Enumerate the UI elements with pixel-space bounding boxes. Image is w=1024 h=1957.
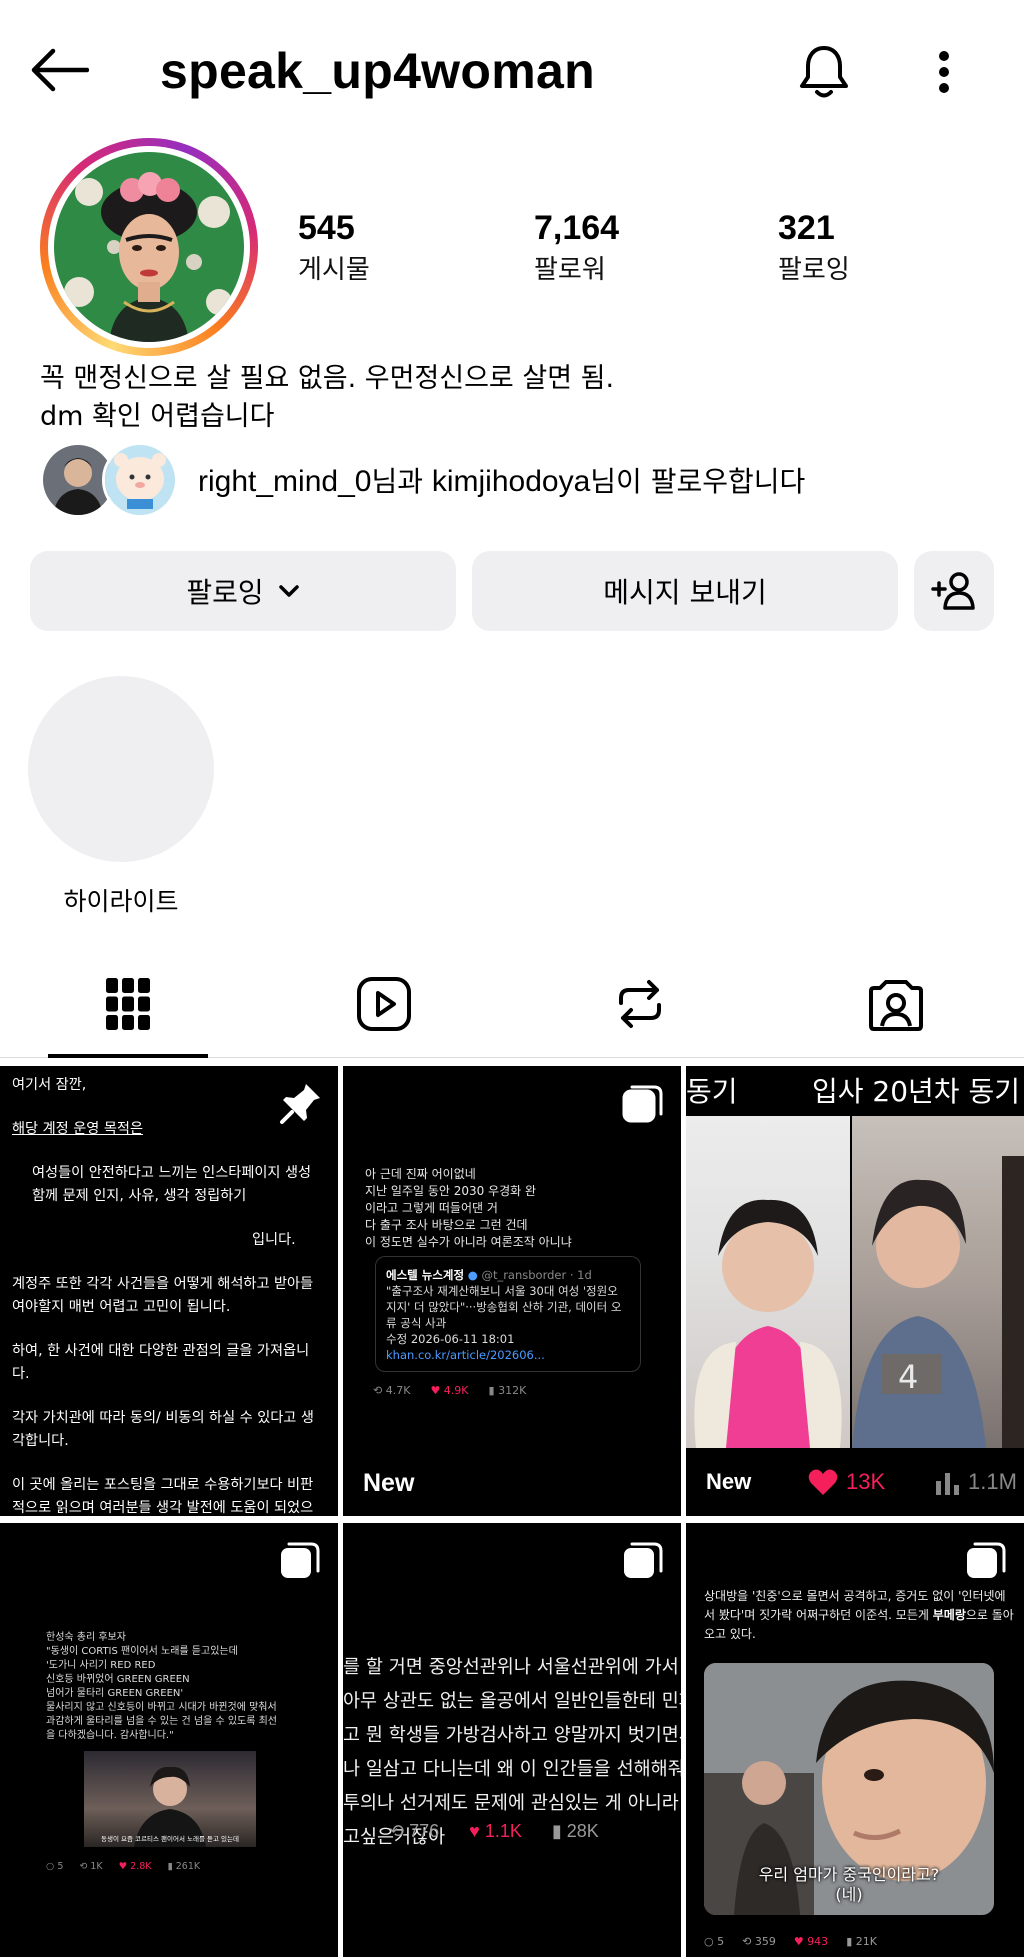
video-subtitle: 우리 엄마가 중국인이라고? (네) xyxy=(758,1865,940,1904)
following-count: 321 xyxy=(778,209,835,247)
quoted-tweet-card: 에스텔 뉴스계정 ● @t_ransborder · 1d "출구조사 재계산해… xyxy=(375,1256,641,1372)
photo-caption-bar: 동기 입사 20년차 동기 xyxy=(686,1066,1024,1116)
post-tile[interactable]: 아 근데 진짜 어이없네 지난 일주일 동안 2030 우경화 완 이라고 그렇… xyxy=(343,1066,681,1516)
retweet-count: ⟲ 4.7K xyxy=(373,1384,411,1397)
avatar-image xyxy=(54,152,244,342)
post-text: 상대방을 '친중'으로 몰면서 공격하고, 증거도 없이 '인터넷에서 봤다'며… xyxy=(704,1589,1014,1641)
highlight-label: 하이라이트 xyxy=(63,887,179,916)
following-button[interactable]: 팔로잉 xyxy=(30,551,456,631)
more-options-button[interactable] xyxy=(918,40,970,104)
photo-left xyxy=(686,1116,850,1448)
svg-text:4: 4 xyxy=(898,1358,918,1396)
back-arrow-icon xyxy=(31,48,89,92)
chevron-down-icon xyxy=(278,585,299,597)
followers-stat[interactable]: 7,164 팔로워 xyxy=(534,206,619,290)
carousel-icon xyxy=(967,1542,1006,1578)
add-person-icon xyxy=(931,572,975,610)
mutual-username[interactable]: kimjihodoya xyxy=(432,465,590,498)
message-button[interactable]: 메시지 보내기 xyxy=(472,551,898,631)
retweet-count: ⟲ 776 xyxy=(389,1821,440,1841)
following-label: 팔로잉 xyxy=(778,255,850,285)
following-button-label: 팔로잉 xyxy=(186,576,264,609)
embedded-video-thumb: 우리 엄마가 중국인이라고? (네) xyxy=(704,1663,994,1915)
back-button[interactable] xyxy=(28,42,92,98)
followers-label: 팔로워 xyxy=(534,255,606,285)
bio-line: dm 확인 어렵습니다 xyxy=(40,401,275,432)
reply-count: ○ 5 xyxy=(704,1935,725,1948)
post-tile[interactable]: 상대방을 '친중'으로 몰면서 공격하고, 증거도 없이 '인터넷에서 봤다'며… xyxy=(686,1523,1024,1957)
like-count: 13K xyxy=(846,1469,886,1494)
mutual-followers-text: right_mind_0님과 kimjihodoya님이 팔로우합니다 xyxy=(198,465,806,498)
grid-icon xyxy=(106,978,150,1030)
tweet-stats: ⟲ 4.7K ♥ 4.9K ▮ 312K xyxy=(373,1384,526,1397)
profile-avatar[interactable] xyxy=(40,138,258,356)
post-text: 여기서 잠깐, 해당 계정 운영 목적은 여성들이 안전하다고 느끼는 인스타페… xyxy=(12,1077,314,1516)
photo-stats-overlay: New 13K 1.1M xyxy=(686,1448,1024,1516)
tab-tagged[interactable] xyxy=(856,972,936,1036)
notifications-button[interactable] xyxy=(792,40,856,104)
retweet-count: ⟲ 1K xyxy=(79,1861,103,1872)
active-tab-indicator xyxy=(48,1054,208,1058)
suggested-users-button[interactable] xyxy=(914,551,994,631)
posts-count-stat[interactable]: 545 게시물 xyxy=(298,206,370,290)
carousel-icon xyxy=(624,1542,663,1578)
pin-icon xyxy=(280,1084,320,1124)
more-vertical-icon xyxy=(939,51,949,93)
post-tile[interactable]: 한성숙 총리 후보자 "동생이 CORTIS 팬이어서 노래를 듣고있는데 '도… xyxy=(0,1523,338,1957)
like-count: ♥ 4.9K xyxy=(430,1384,469,1397)
followers-count: 7,164 xyxy=(534,209,620,247)
post-tile[interactable]: 여기서 잠깐, 해당 계정 운영 목적은 여성들이 안전하다고 느끼는 인스타페… xyxy=(0,1066,338,1516)
highlight-cover xyxy=(28,676,214,862)
mutual-username[interactable]: right_mind_0 xyxy=(198,465,371,498)
story-highlight[interactable]: 하이라이트 xyxy=(28,676,214,918)
view-count: ▮ 21K xyxy=(846,1935,877,1948)
embedded-video-thumb: 동생이 요즘 코르티스 팬이어서 노래를 듣고 있는데 xyxy=(84,1751,256,1847)
view-count: 1.1M xyxy=(968,1469,1017,1494)
like-count: ♥ 2.8K xyxy=(118,1861,152,1872)
reels-icon xyxy=(357,977,411,1031)
message-button-label: 메시지 보내기 xyxy=(603,576,767,609)
reply-count: ○ 5 xyxy=(46,1861,64,1872)
bio-line: 꼭 맨정신으로 살 필요 없음. 우먼정신으로 살면 됨. xyxy=(40,363,615,394)
tweet-stats: ○ 5 ⟲ 359 ♥ 943 ▮ 21K xyxy=(704,1935,877,1948)
tagged-person-icon xyxy=(869,980,923,1031)
heart-icon xyxy=(808,1469,838,1495)
bell-icon xyxy=(800,46,848,98)
mutual-followers[interactable]: right_mind_0님과 kimjihodoya님이 팔로우합니다 xyxy=(40,440,805,520)
like-count: ♥ 1.1K xyxy=(469,1821,522,1841)
post-tile[interactable]: 동기 입사 20년차 동기 4 New 13K 1.1M xyxy=(686,1066,1024,1516)
following-stat[interactable]: 321 팔로잉 xyxy=(778,206,850,290)
svg-text:동생이 요즘 코르티스 팬이어서 노래를 듣고 있는데: 동생이 요즘 코르티스 팬이어서 노래를 듣고 있는데 xyxy=(101,1834,239,1843)
carousel-icon xyxy=(622,1085,663,1123)
profile-tabs xyxy=(0,952,1024,1058)
repost-icon xyxy=(619,980,661,1028)
photo-right: 4 xyxy=(852,1116,1024,1448)
view-count: ▮ 28K xyxy=(551,1821,599,1841)
tab-posts-grid[interactable] xyxy=(88,972,168,1036)
like-count: ♥ 943 xyxy=(793,1935,829,1948)
new-badge: New xyxy=(363,1469,415,1497)
post-tile[interactable]: 를 할 거면 중앙선관위나 서울선관위에 가서 하 아무 상관도 없는 올공에서… xyxy=(343,1523,681,1957)
posts-count: 545 xyxy=(298,209,355,247)
top-bar: speak_up4woman xyxy=(0,0,1024,140)
tweet-stats: ○ 5 ⟲ 1K ♥ 2.8K ▮ 261K xyxy=(46,1861,200,1872)
post-text: 한성숙 총리 후보자 "동생이 CORTIS 팬이어서 노래를 듣고있는데 '도… xyxy=(46,1632,278,1741)
view-count: ▮ 261K xyxy=(167,1861,201,1872)
retweet-count: ⟲ 359 xyxy=(742,1935,776,1948)
posts-label: 게시물 xyxy=(298,255,370,285)
profile-username: speak_up4woman xyxy=(160,43,595,99)
tab-reposts[interactable] xyxy=(600,972,680,1036)
tab-reels[interactable] xyxy=(344,972,424,1036)
mutual-avatar xyxy=(102,442,178,518)
tweet-stats: ⟲ 776 ♥ 1.1K ▮ 28K xyxy=(389,1821,599,1842)
carousel-icon xyxy=(281,1542,320,1578)
post-text: 아 근데 진짜 어이없네 지난 일주일 동안 2030 우경화 완 이라고 그렇… xyxy=(365,1167,572,1249)
view-count: ▮ 312K xyxy=(488,1384,527,1397)
views-chart-icon xyxy=(936,1473,959,1495)
new-badge: New xyxy=(706,1469,752,1494)
profile-bio: 꼭 맨정신으로 살 필요 없음. 우먼정신으로 살면 됨. dm 확인 어렵습니… xyxy=(40,360,614,436)
